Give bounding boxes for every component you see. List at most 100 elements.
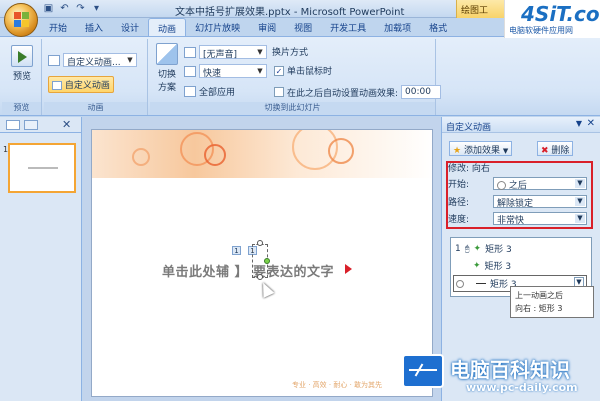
animation-item-name: 矩形 3 [484,262,512,272]
advance-slide-label: 换片方式 [272,48,309,58]
decor-circle [132,148,150,166]
tab-home[interactable]: 开始 [40,18,76,36]
animation-group-label: 动画 [44,102,147,114]
tab-developer[interactable]: 开发工具 [321,18,375,36]
chevron-down-icon[interactable]: ▼ [576,119,582,128]
animation-effect-value: 自定义动画... [67,58,121,68]
transition-group: 切换 方案 [无声音] ▼ 快速 ▼ 全部应用 换片方式 ✓ 单击鼠标时 在此之… [150,39,442,115]
outline-tab-icon[interactable] [24,120,38,130]
tab-design[interactable]: 设计 [112,18,148,36]
slide-thumbnail[interactable]: 1 [3,143,76,193]
remove-button[interactable]: ✖ 删除 [537,141,574,156]
preview-icon [11,45,33,67]
office-button[interactable] [4,3,38,37]
window-title: 文本中括号扩展效果.pptx - Microsoft PowerPoint [175,7,405,18]
office-logo-icon [14,12,30,28]
preview-button[interactable]: 预览 [6,45,38,82]
preview-group: 预览 预览 [2,39,42,115]
transition-scheme-label-1: 切换 [157,70,176,80]
path-select[interactable]: 解除锁定 ▼ [493,195,587,209]
chevron-down-icon: ▼ [575,179,585,188]
auto-after-label: 在此之后自动设置动画效果: [287,88,399,99]
tab-review[interactable]: 审阅 [249,18,285,36]
animation-effect-combo[interactable]: 自定义动画... ▼ [63,53,137,68]
tooltip-line-2: 向右 : 矩形 3 [515,304,563,313]
chevron-down-icon: ▼ [575,214,585,223]
site-logo-subtitle: 电脑软硬件应用网 [509,26,573,35]
sound-combo[interactable]: [无声音] ▼ [199,45,267,60]
task-pane-title: 自定义动画 [446,123,492,133]
tab-view[interactable]: 视图 [285,18,321,36]
speed-combo[interactable]: 快速 ▼ [199,64,267,79]
monitor-icon [402,354,444,388]
decor-circle [328,138,354,164]
custom-animation-label: 自定义动画 [64,81,110,91]
animation-tag[interactable]: 1 [232,246,241,255]
effect-speed-select[interactable]: 非常快 ▼ [493,212,587,226]
ribbon: 预览 预览 自定义动画... ▼ 自定义动画 动画 切换 方案 [无声音] ▼ … [0,36,600,116]
custom-animation-button[interactable]: 自定义动画 [48,76,114,93]
add-effect-label: 添加效果 [463,146,500,156]
on-click-option[interactable]: ✓ 单击鼠标时 [274,64,332,77]
transition-scheme-button[interactable]: 切换 方案 [150,43,184,93]
auto-after-time-input[interactable]: 00:00 [401,85,442,99]
watermark-url: www.pc-daily.com [466,381,578,394]
animation-group: 自定义动画... ▼ 自定义动画 动画 [44,39,148,115]
resize-handle[interactable] [257,240,263,246]
transition-group-label: 切换到此幻灯片 [150,102,435,114]
tab-slideshow[interactable]: 幻灯片放映 [186,18,249,36]
animation-tooltip: 上一动画之后 向右 : 矩形 3 [510,286,594,318]
sound-row: [无声音] ▼ [184,45,267,60]
apply-all-button[interactable]: 全部应用 [184,85,235,98]
apply-all-icon [184,86,196,97]
clock-icon [497,181,506,190]
site-logo-text: 4SiT.com [521,2,600,26]
bottom-watermark: 电脑百科知识 www.pc-daily.com [396,350,600,401]
tab-insert[interactable]: 插入 [76,18,112,36]
close-icon[interactable]: ✕ [62,118,71,131]
chevron-down-icon: ▼ [257,67,263,75]
start-select[interactable]: 之后 ▼ [493,177,587,191]
auto-after-option[interactable]: 在此之后自动设置动画效果: 00:00 [274,85,442,99]
on-click-checkbox[interactable]: ✓ [274,65,284,76]
task-pane-header: 自定义动画 ▼ ✕ [442,117,600,133]
speed-row: 快速 ▼ [184,64,267,79]
clock-icon [456,279,464,288]
tab-animation[interactable]: 动画 [148,18,187,36]
save-icon[interactable]: ▣ [42,2,55,15]
custom-animation-row: 自定义动画 [48,76,114,93]
tooltip-line-1: 上一动画之后 [515,291,563,300]
ribbon-tabs: 开始 插入 设计 动画 幻灯片放映 审阅 视图 开发工具 加载项 格式 [40,18,456,36]
motion-star-icon: ✦ [473,260,481,271]
customize-qat-icon[interactable]: ▾ [90,2,103,15]
drawing-tools-contextual-tab[interactable]: 绘图工 [456,0,504,18]
speed-label: 速度: [448,215,470,225]
quick-access-toolbar: ▣ ↶ ↷ ▾ [42,2,103,15]
auto-after-checkbox[interactable] [274,87,284,97]
animation-list-item[interactable]: 1 🖰 ✦ 矩形 3 [455,242,512,256]
redo-icon[interactable]: ↷ [74,2,87,15]
tab-addins[interactable]: 加载项 [375,18,420,36]
path-value: 解除锁定 [497,199,534,209]
star-icon: ★ [453,146,462,156]
resize-handle[interactable] [257,274,263,280]
slide-footer-text: 专业 · 高效 · 耐心 · 敢为其先 [292,381,383,389]
close-icon[interactable]: ✕ [587,118,595,129]
undo-icon[interactable]: ↶ [58,2,71,15]
path-label: 路径: [448,198,470,208]
apply-all-label: 全部应用 [199,88,236,98]
tab-format[interactable]: 格式 [420,18,456,36]
animation-effect-row: 自定义动画... ▼ [48,53,137,68]
chevron-down-icon: ▼ [257,48,263,56]
motion-star-icon: ✦ [473,243,482,254]
slide-canvas[interactable]: 单击此处辅 】 要表达的文字 1 1 专业 · 高效 · 耐心 · 敢为其先 [91,129,433,397]
animation-list-item[interactable]: ✦ 矩形 3 [473,259,512,273]
mouse-cursor-icon [257,280,275,298]
slide-body-text[interactable]: 单击此处辅 】 要表达的文字 [162,261,334,280]
add-effect-button[interactable]: ★ 添加效果 ▼ [449,141,513,156]
slides-pane: ✕ 1 [0,117,82,401]
preview-group-label: 预览 [2,102,41,114]
start-label: 开始: [448,180,470,190]
rotate-handle[interactable] [264,258,270,264]
slides-tab-icon[interactable] [6,120,20,130]
